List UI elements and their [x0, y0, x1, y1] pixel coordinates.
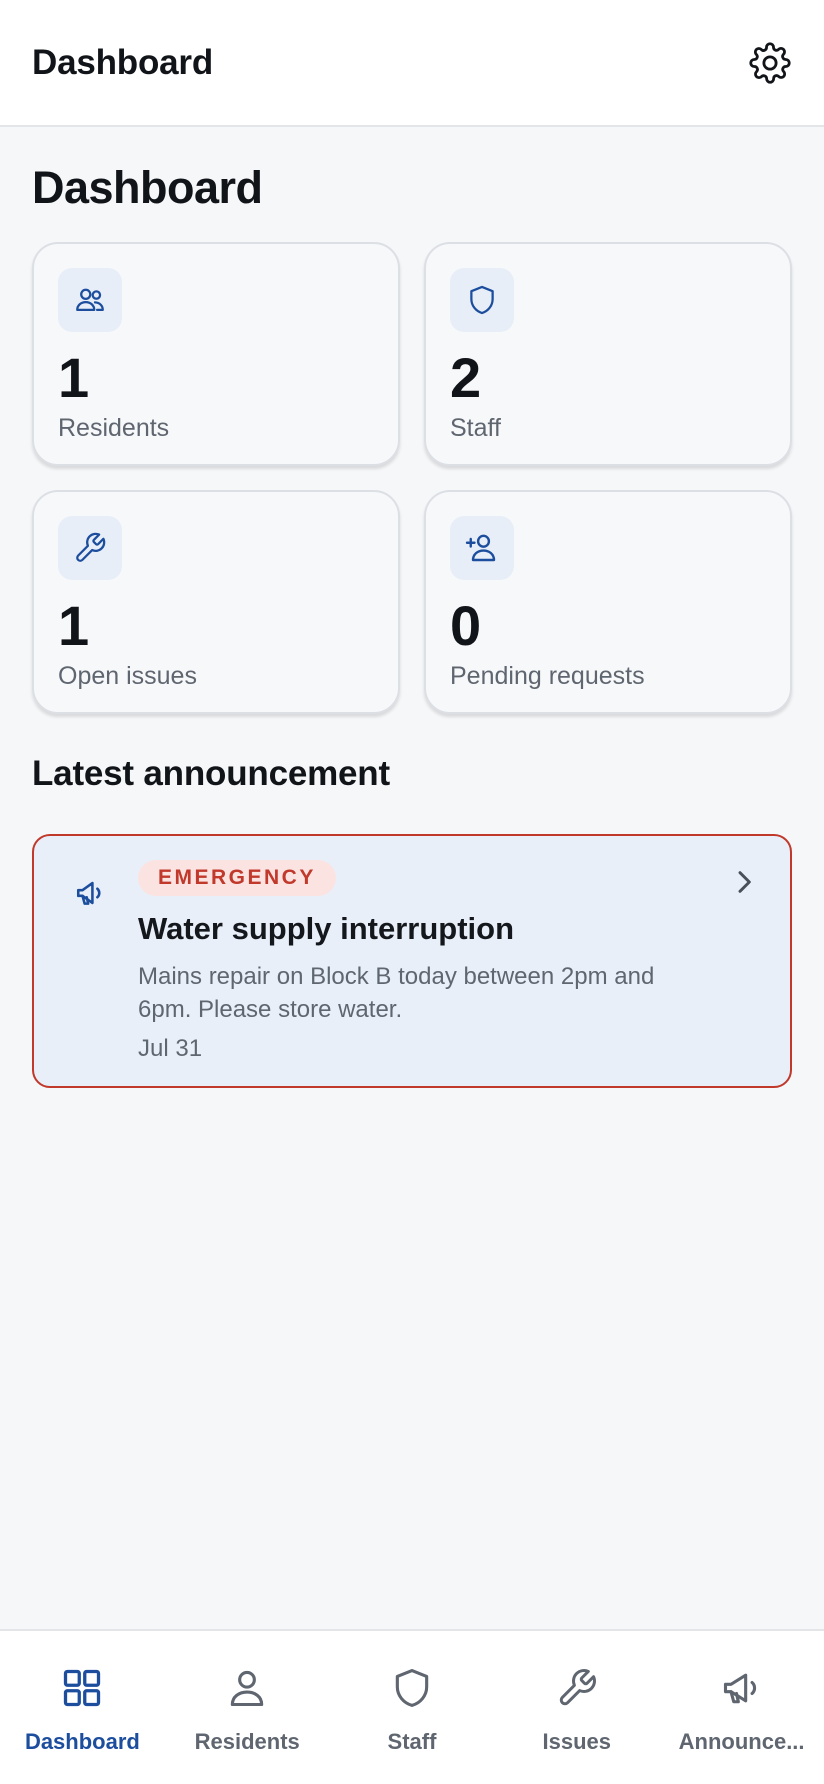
- users-icon: [76, 288, 104, 312]
- dashboard-content: Dashboard 1 Residents 2 Staff 1 Open iss…: [32, 160, 792, 1088]
- nav-icon-wrap: [719, 1665, 765, 1711]
- stat-label: Pending requests: [450, 662, 645, 690]
- top-app-bar: Dashboard: [0, 0, 824, 127]
- stat-label: Staff: [450, 414, 501, 442]
- person-icon: [230, 1670, 264, 1707]
- nav-item-issues[interactable]: Issues: [494, 1631, 659, 1784]
- stat-card-staff[interactable]: 2 Staff: [424, 242, 792, 466]
- nav-item-announcements[interactable]: Announce...: [659, 1631, 824, 1784]
- settings-button[interactable]: [744, 37, 796, 89]
- nav-icon-wrap: [59, 1665, 105, 1711]
- bottom-navigation: Dashboard Residents Staff Issues Announc…: [0, 1629, 824, 1784]
- stat-value: 0: [450, 594, 482, 657]
- stat-icon-container: [58, 516, 122, 580]
- emergency-badge: EMERGENCY: [138, 860, 336, 896]
- stat-icon-container: [450, 268, 514, 332]
- announcement-date: Jul 31: [138, 1035, 203, 1062]
- app-root: Dashboard Dashboard 1 Residents 2 Staff …: [0, 0, 824, 1784]
- latest-announcement-heading: Latest announcement: [32, 754, 390, 793]
- nav-item-dashboard[interactable]: Dashboard: [0, 1631, 165, 1784]
- wrench-icon: [76, 532, 106, 562]
- announcement-title: Water supply interruption: [138, 911, 515, 946]
- stat-value: 1: [58, 346, 90, 409]
- nav-label: Dashboard: [24, 1729, 140, 1754]
- announcement-body: EMERGENCY Water supply interruption Main…: [138, 860, 700, 1064]
- announcement-card[interactable]: EMERGENCY Water supply interruption Main…: [32, 834, 792, 1088]
- grid-icon: [64, 1669, 101, 1707]
- gear-icon: [749, 41, 791, 84]
- shield-icon: [470, 285, 494, 315]
- nav-label: Issues: [542, 1729, 612, 1754]
- stat-label: Open issues: [58, 662, 197, 690]
- stat-icon-container: [450, 516, 514, 580]
- nav-icon-wrap: [389, 1665, 435, 1711]
- megaphone-icon: [76, 881, 101, 905]
- nav-icon-wrap: [554, 1665, 600, 1711]
- stat-card-pending-requests[interactable]: 0 Pending requests: [424, 490, 792, 714]
- shield-icon: [395, 1669, 429, 1707]
- nav-label: Announce...: [678, 1729, 805, 1754]
- nav-item-staff[interactable]: Staff: [330, 1631, 495, 1784]
- wrench-icon: [559, 1669, 596, 1706]
- stat-label: Residents: [58, 414, 170, 442]
- nav-icon-wrap: [224, 1665, 270, 1711]
- announcement-description: Mains repair on Block B today between 2p…: [138, 963, 655, 1023]
- stat-value: 1: [58, 594, 90, 657]
- nav-label: Residents: [194, 1729, 300, 1754]
- page-title: Dashboard: [32, 162, 263, 213]
- chevron-right-icon: [738, 871, 751, 893]
- nav-item-residents[interactable]: Residents: [165, 1631, 330, 1784]
- megaphone-icon: [723, 1673, 756, 1704]
- stat-icon-container: [58, 268, 122, 332]
- stat-card-open-issues[interactable]: 1 Open issues: [32, 490, 400, 714]
- nav-label: Staff: [387, 1729, 437, 1754]
- header-title: Dashboard: [32, 42, 214, 82]
- stat-card-residents[interactable]: 1 Residents: [32, 242, 400, 466]
- user-plus-icon: [465, 534, 496, 562]
- stats-grid: 1 Residents 2 Staff 1 Open issues 0 Pend…: [32, 242, 792, 714]
- stat-value: 2: [450, 346, 482, 409]
